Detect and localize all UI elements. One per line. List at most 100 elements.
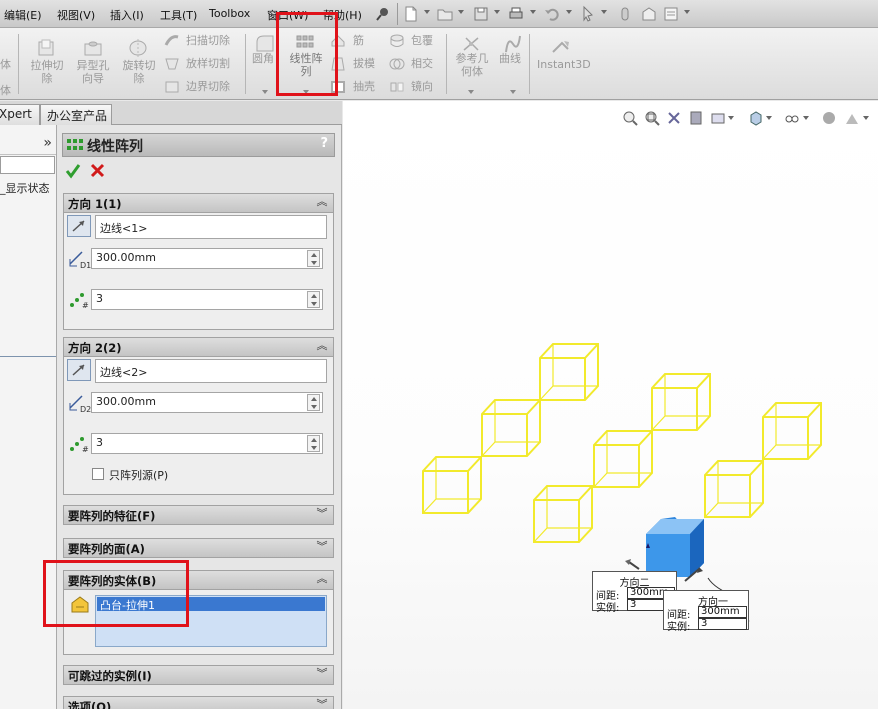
rib-icon[interactable]	[330, 33, 346, 49]
direction-arrow-icon[interactable]	[67, 359, 91, 381]
collapse-chevron-icon[interactable]: ︽	[316, 340, 328, 354]
wrap-icon[interactable]	[389, 33, 405, 49]
boundary-cut-icon[interactable]	[164, 79, 180, 95]
selected-body-item[interactable]: 凸台-拉伸1	[97, 597, 325, 612]
select-dropdown-arrow[interactable]	[601, 10, 607, 14]
direction-arrow-icon[interactable]	[67, 215, 91, 237]
menu-edit[interactable]: 编辑(E)	[4, 7, 42, 23]
spacing-spinner[interactable]	[307, 250, 320, 267]
tree-filter-input[interactable]	[0, 156, 55, 174]
faces-section-header[interactable]: 要阵列的面(A) ︾	[63, 538, 334, 558]
reference-geometry-icon[interactable]	[460, 34, 482, 54]
direction2-arrow[interactable]	[628, 561, 640, 570]
print-dropdown-arrow[interactable]	[530, 10, 536, 14]
menu-window[interactable]: 窗口(W)	[267, 7, 308, 23]
ok-check-icon[interactable]	[65, 163, 81, 179]
open-dropdown-arrow[interactable]	[458, 10, 464, 14]
save-icon[interactable]	[472, 5, 490, 23]
reference-geometry-dropdown-arrow[interactable]	[468, 90, 474, 94]
menu-toolbox[interactable]: Toolbox	[209, 7, 250, 20]
collapse-chevron-icon[interactable]: ︽	[316, 573, 328, 587]
linear-pattern-dropdown-arrow[interactable]	[303, 90, 309, 94]
draft-icon[interactable]	[330, 56, 346, 72]
options-icon[interactable]	[640, 5, 658, 23]
expand-chevron-icon[interactable]: ︾	[316, 699, 328, 709]
hole-wizard-button[interactable]: 异型孔 向导	[72, 59, 114, 85]
direction2-instances-input[interactable]: 3	[91, 433, 323, 454]
instant3d-icon[interactable]	[550, 38, 572, 58]
spacing-spinner[interactable]	[307, 394, 320, 411]
features-section-header[interactable]: 要阵列的特征(F) ︾	[63, 505, 334, 525]
menu-view[interactable]: 视图(V)	[57, 7, 95, 23]
direction1-section-header[interactable]: 方向 1(1) ︽	[63, 193, 334, 213]
direction1-instances-input[interactable]: 3	[91, 289, 323, 310]
expand-chevron-icon[interactable]: ︾	[316, 668, 328, 682]
skip-instances-section-header[interactable]: 可跳过的实例(I) ︾	[63, 665, 334, 685]
seed-body[interactable]	[646, 517, 704, 577]
new-document-icon[interactable]	[402, 5, 420, 23]
tab-xpert[interactable]: Xpert	[0, 104, 40, 125]
direction2-spacing-input[interactable]: 300.00mm	[91, 392, 323, 413]
instances-spinner[interactable]	[307, 291, 320, 308]
help-icon[interactable]: ?	[320, 136, 328, 151]
direction2-section-header[interactable]: 方向 2(2) ︽	[63, 337, 334, 357]
cancel-x-icon[interactable]	[90, 163, 105, 178]
properties-dropdown-arrow[interactable]	[684, 10, 690, 14]
linear-pattern-icon[interactable]	[294, 34, 316, 54]
curves-icon[interactable]	[502, 34, 524, 54]
intersect-icon[interactable]	[389, 56, 405, 72]
collapse-chevron-icon[interactable]: ︽	[316, 196, 328, 210]
menu-insert[interactable]: 插入(I)	[110, 7, 144, 23]
expand-chevron-icon[interactable]: ︾	[316, 508, 328, 522]
wrap-button[interactable]: 包覆	[411, 34, 433, 47]
file-properties-icon[interactable]	[662, 5, 680, 23]
bodies-section-header[interactable]: 要阵列的实体(B) ︽	[63, 570, 334, 590]
print-icon[interactable]	[507, 5, 525, 23]
mirror-button[interactable]: 镜向	[411, 80, 433, 93]
shell-button[interactable]: 抽壳	[353, 80, 375, 93]
direction1-callout-spacing-value[interactable]: 300mm	[698, 606, 747, 618]
fillet-icon[interactable]	[254, 34, 276, 54]
seed-only-checkbox[interactable]	[92, 468, 104, 480]
menu-tools[interactable]: 工具(T)	[160, 7, 197, 23]
rebuild-icon[interactable]	[616, 5, 634, 23]
undo-dropdown-arrow[interactable]	[566, 10, 572, 14]
direction1-edge-field[interactable]: 边线<1>	[95, 215, 327, 239]
select-arrow-icon[interactable]	[579, 5, 597, 23]
sweep-cut-button[interactable]: 扫描切除	[186, 34, 230, 47]
revolve-cut-button[interactable]: 旋转切 除	[118, 59, 160, 85]
pin-icon[interactable]	[374, 5, 392, 23]
save-dropdown-arrow[interactable]	[494, 10, 500, 14]
hole-wizard-icon[interactable]	[82, 38, 104, 58]
loft-cut-button[interactable]: 放样切割	[186, 57, 230, 70]
instant3d-button[interactable]: Instant3D	[537, 58, 591, 71]
curves-button[interactable]: 曲线	[499, 52, 521, 65]
sweep-cut-icon[interactable]	[164, 33, 180, 49]
bodies-selection-list[interactable]: 凸台-拉伸1	[95, 595, 327, 647]
extrude-cut-button[interactable]: 拉伸切 除	[26, 59, 68, 85]
new-dropdown-arrow[interactable]	[424, 10, 430, 14]
linear-pattern-button[interactable]: 线性阵 列	[283, 52, 329, 78]
curves-dropdown-arrow[interactable]	[510, 90, 516, 94]
open-folder-icon[interactable]	[436, 5, 454, 23]
tab-office-products[interactable]: 办公室产品	[40, 104, 112, 125]
instances-spinner[interactable]	[307, 435, 320, 452]
tree-item-display-state[interactable]: _显示状态	[0, 180, 50, 196]
intersect-button[interactable]: 相交	[411, 57, 433, 70]
mirror-icon[interactable]	[389, 79, 405, 95]
direction1-callout-instances-value[interactable]: 3	[698, 618, 747, 630]
direction1-callout[interactable]: 方向一 间距: 300mm 实例: 3	[663, 590, 749, 633]
fillet-button[interactable]: 圆角	[252, 52, 274, 65]
expand-pane-icon[interactable]: »	[43, 135, 52, 151]
fillet-dropdown-arrow[interactable]	[262, 90, 268, 94]
direction1-spacing-input[interactable]: 300.00mm	[91, 248, 323, 269]
loft-cut-icon[interactable]	[164, 56, 180, 72]
draft-button[interactable]: 拔模	[353, 57, 375, 70]
options-section-header[interactable]: 选项(O) ︾	[63, 696, 334, 709]
expand-chevron-icon[interactable]: ︾	[316, 541, 328, 555]
rib-button[interactable]: 筋	[353, 34, 364, 47]
menu-help[interactable]: 帮助(H)	[323, 7, 362, 23]
boundary-cut-button[interactable]: 边界切除	[186, 80, 230, 93]
reference-geometry-button[interactable]: 参考几 何体	[451, 52, 493, 78]
revolve-cut-icon[interactable]	[127, 38, 149, 58]
